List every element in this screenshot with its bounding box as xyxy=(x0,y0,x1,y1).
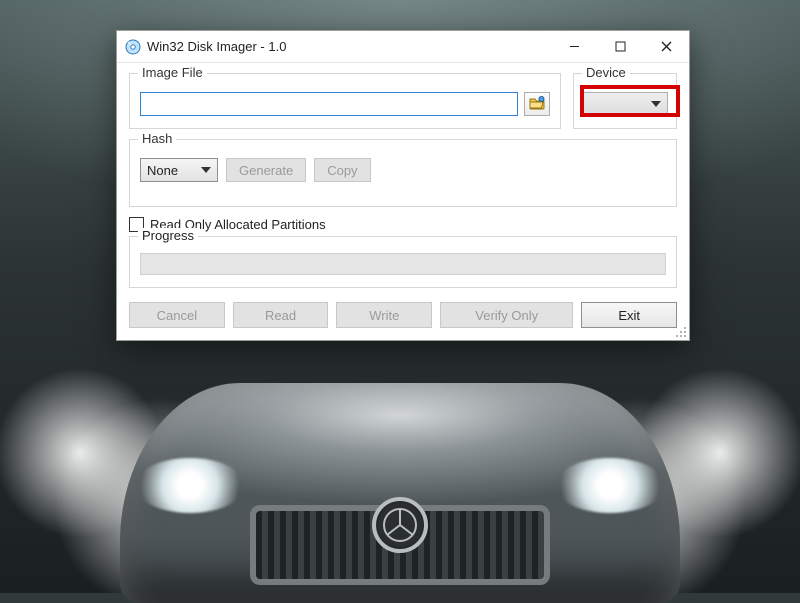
hash-selected: None xyxy=(147,163,178,178)
image-file-group: Image File xyxy=(129,73,561,129)
device-combo[interactable] xyxy=(582,92,668,116)
progress-legend: Progress xyxy=(138,228,198,243)
progress-bar xyxy=(140,253,666,275)
chevron-down-icon xyxy=(201,167,211,173)
read-button: Read xyxy=(233,302,329,328)
hash-legend: Hash xyxy=(138,131,176,146)
app-window: Win32 Disk Imager - 1.0 Image File xyxy=(116,30,690,341)
resize-grip[interactable] xyxy=(675,326,687,338)
progress-group: Progress xyxy=(129,236,677,288)
minimize-button[interactable] xyxy=(551,31,597,63)
copy-button: Copy xyxy=(314,158,370,182)
chevron-down-icon xyxy=(651,101,661,107)
button-row: Cancel Read Write Verify Only Exit xyxy=(129,302,677,328)
generate-button: Generate xyxy=(226,158,306,182)
write-button: Write xyxy=(336,302,432,328)
browse-button[interactable] xyxy=(524,92,550,116)
image-file-input[interactable] xyxy=(140,92,518,116)
hash-algo-select[interactable]: None xyxy=(140,158,218,182)
wallpaper-car xyxy=(120,383,680,603)
exit-button[interactable]: Exit xyxy=(581,302,677,328)
close-button[interactable] xyxy=(643,31,689,63)
maximize-button[interactable] xyxy=(597,31,643,63)
verify-only-button: Verify Only xyxy=(440,302,573,328)
folder-open-icon xyxy=(529,96,545,113)
device-legend: Device xyxy=(582,65,630,80)
window-title: Win32 Disk Imager - 1.0 xyxy=(147,39,551,54)
cancel-button: Cancel xyxy=(129,302,225,328)
image-file-legend: Image File xyxy=(138,65,207,80)
disc-app-icon xyxy=(125,39,141,55)
hash-group: Hash None Generate Copy xyxy=(129,139,677,207)
read-only-row[interactable]: Read Only Allocated Partitions xyxy=(129,217,677,232)
titlebar[interactable]: Win32 Disk Imager - 1.0 xyxy=(117,31,689,63)
device-group: Device xyxy=(573,73,677,129)
